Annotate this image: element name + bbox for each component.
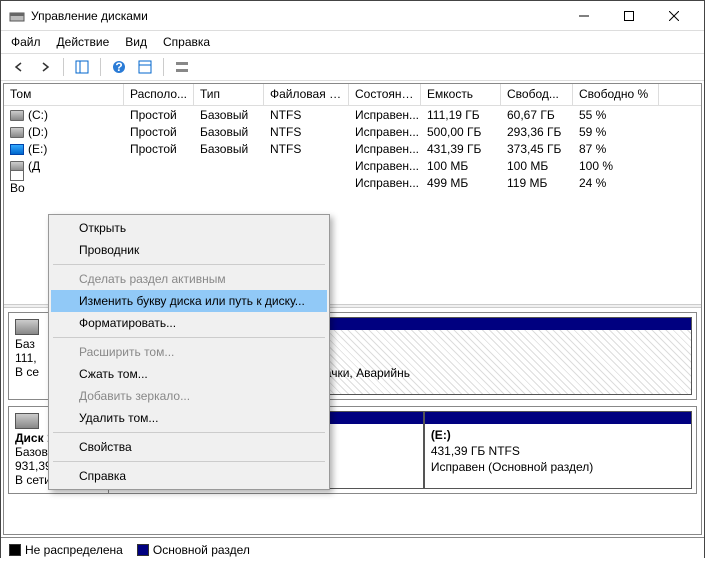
- list-button[interactable]: [170, 56, 194, 78]
- ctx-extend: Расширить том...: [51, 341, 327, 363]
- disk-icon: [15, 413, 39, 429]
- col-state[interactable]: Состояние: [349, 84, 421, 105]
- menubar: Файл Действие Вид Справка: [1, 31, 704, 53]
- volume-row[interactable]: (C:)ПростойБазовыйNTFSИсправен...111,19 …: [4, 106, 701, 123]
- volume-row[interactable]: ВоИсправен...499 МБ119 МБ24 %: [4, 174, 701, 191]
- minimize-button[interactable]: [561, 1, 606, 31]
- window-title: Управление дисками: [31, 9, 561, 23]
- volume-icon: [10, 170, 24, 181]
- settings-button[interactable]: [133, 56, 157, 78]
- disk-1-partition-e[interactable]: (E:) 431,39 ГБ NTFS Исправен (Основной р…: [424, 411, 692, 489]
- col-volume[interactable]: Том: [4, 84, 124, 105]
- ctx-open[interactable]: Открыть: [51, 217, 327, 239]
- ctx-change-letter[interactable]: Изменить букву диска или путь к диску...: [51, 290, 327, 312]
- partition-label: (E:): [431, 428, 451, 442]
- volume-icon: [10, 127, 24, 138]
- col-type[interactable]: Тип: [194, 84, 264, 105]
- volume-row[interactable]: (D:)ПростойБазовыйNTFSИсправен...500,00 …: [4, 123, 701, 140]
- menu-action[interactable]: Действие: [49, 33, 118, 51]
- ctx-properties[interactable]: Свойства: [51, 436, 327, 458]
- svg-text:?: ?: [115, 60, 122, 74]
- menu-help[interactable]: Справка: [155, 33, 218, 51]
- volume-icon: [10, 110, 24, 121]
- col-freepct[interactable]: Свободно %: [573, 84, 659, 105]
- ctx-shrink[interactable]: Сжать том...: [51, 363, 327, 385]
- col-layout[interactable]: Располо...: [124, 84, 194, 105]
- statusbar: Не распределена Основной раздел: [1, 537, 704, 561]
- back-button[interactable]: [7, 56, 31, 78]
- column-headers: Том Располо... Тип Файловая с... Состоян…: [4, 84, 701, 106]
- volume-icon: [10, 144, 24, 155]
- forward-button[interactable]: [33, 56, 57, 78]
- ctx-explorer[interactable]: Проводник: [51, 239, 327, 261]
- help-button[interactable]: ?: [107, 56, 131, 78]
- ctx-make-active: Сделать раздел активным: [51, 268, 327, 290]
- volume-row[interactable]: (E:)ПростойБазовыйNTFSИсправен...431,39 …: [4, 140, 701, 157]
- app-icon: [9, 8, 25, 24]
- legend-unallocated: Не распределена: [9, 543, 123, 557]
- legend-primary: Основной раздел: [137, 543, 250, 557]
- partition-size: 431,39 ГБ NTFS: [431, 444, 520, 458]
- partition-state: Исправен (Основной раздел): [431, 460, 593, 474]
- col-capacity[interactable]: Емкость: [421, 84, 501, 105]
- disk-icon: [15, 319, 39, 335]
- col-free[interactable]: Свобод...: [501, 84, 573, 105]
- ctx-delete[interactable]: Удалить том...: [51, 407, 327, 429]
- menu-view[interactable]: Вид: [117, 33, 155, 51]
- toolbar: ?: [1, 53, 704, 81]
- context-menu: Открыть Проводник Сделать раздел активны…: [48, 214, 330, 490]
- titlebar: Управление дисками: [1, 1, 704, 31]
- col-filesystem[interactable]: Файловая с...: [264, 84, 349, 105]
- ctx-help[interactable]: Справка: [51, 465, 327, 487]
- close-button[interactable]: [651, 1, 696, 31]
- disk-1-status: В сети: [15, 473, 51, 487]
- ctx-format[interactable]: Форматировать...: [51, 312, 327, 334]
- maximize-button[interactable]: [606, 1, 651, 31]
- ctx-mirror: Добавить зеркало...: [51, 385, 327, 407]
- content-area: Том Располо... Тип Файловая с... Состоян…: [3, 83, 702, 535]
- layout-button[interactable]: [70, 56, 94, 78]
- menu-file[interactable]: Файл: [3, 33, 49, 51]
